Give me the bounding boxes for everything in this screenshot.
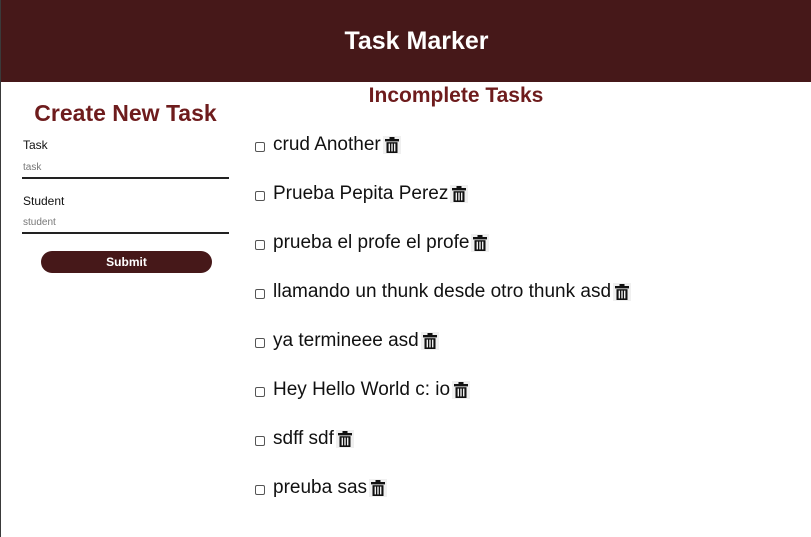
trash-icon[interactable] — [369, 479, 388, 497]
page: Task Marker Create New Task Task Student… — [0, 0, 811, 537]
task-text: Prueba Pepita Perez — [273, 183, 449, 204]
trash-icon[interactable] — [613, 283, 632, 301]
task-label: Task — [23, 138, 48, 152]
task-input[interactable] — [22, 157, 229, 179]
submit-button[interactable]: Submit — [41, 251, 212, 273]
trash-icon[interactable] — [382, 136, 401, 154]
incomplete-tasks-title: Incomplete Tasks — [368, 84, 544, 107]
trash-icon[interactable] — [452, 381, 471, 399]
task-text: ya termineee asd — [273, 330, 419, 351]
task-text: llamando un thunk desde otro thunk asd — [273, 281, 612, 302]
task-item: preuba sas — [253, 471, 631, 520]
trash-icon[interactable] — [450, 185, 469, 203]
task-checkbox[interactable] — [255, 436, 265, 446]
task-item: sdff sdf — [253, 422, 631, 471]
task-item: ya termineee asd — [253, 324, 631, 373]
task-checkbox[interactable] — [255, 485, 265, 495]
task-checkbox[interactable] — [255, 191, 265, 201]
app-title: Task Marker — [344, 26, 489, 55]
task-checkbox[interactable] — [255, 240, 265, 250]
task-list: crud Another Prueba Pepita Perez prueba … — [253, 128, 632, 520]
task-text: preuba sas — [273, 477, 368, 498]
trash-icon[interactable] — [335, 430, 354, 448]
student-label: Student — [23, 194, 65, 208]
task-item: crud Another — [253, 128, 631, 177]
task-text: crud Another — [273, 134, 381, 155]
trash-icon[interactable] — [420, 332, 439, 350]
task-item: Prueba Pepita Perez — [253, 177, 631, 226]
create-task-panel: Create New Task Task Student Submit — [1, 82, 250, 537]
student-input[interactable] — [22, 212, 229, 234]
trash-icon[interactable] — [471, 234, 490, 252]
task-item: prueba el profe el profe — [253, 226, 631, 275]
task-checkbox[interactable] — [255, 289, 265, 299]
task-item: llamando un thunk desde otro thunk asd — [253, 275, 632, 324]
create-task-title: Create New Task — [34, 100, 217, 126]
task-checkbox[interactable] — [255, 387, 265, 397]
task-checkbox[interactable] — [255, 142, 265, 152]
task-checkbox[interactable] — [255, 338, 265, 348]
task-item: Hey Hello World c: io — [253, 373, 631, 422]
app-header: Task Marker — [1, 0, 811, 82]
task-text: Hey Hello World c: io — [273, 379, 451, 400]
task-text: sdff sdf — [273, 428, 334, 449]
task-text: prueba el profe el profe — [273, 232, 470, 253]
